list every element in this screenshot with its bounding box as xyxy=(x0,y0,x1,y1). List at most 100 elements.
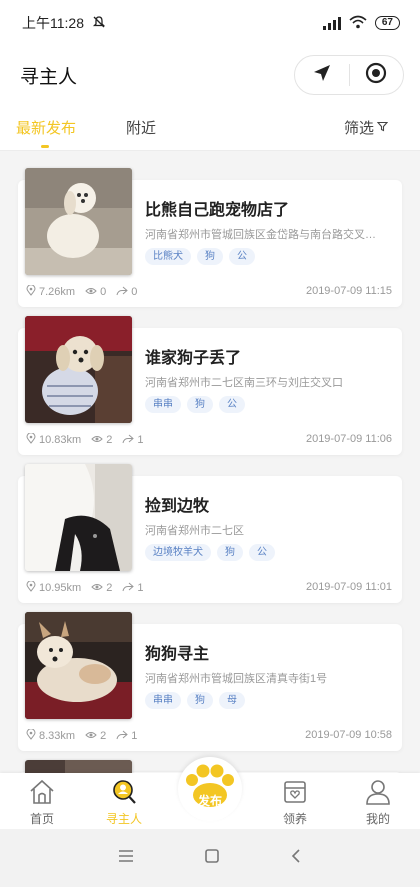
status-time: 上午11:28 xyxy=(22,15,84,31)
title-bar: 寻主人 xyxy=(0,46,420,104)
nav-find-owner[interactable]: 寻主人 xyxy=(94,779,154,827)
post-time: 2019-07-09 11:15 xyxy=(305,285,392,297)
search-person-icon xyxy=(110,779,138,808)
post-tag: 狗 xyxy=(187,692,213,709)
target-icon xyxy=(365,62,387,89)
dog-photo xyxy=(25,168,132,275)
nav-mine[interactable]: 我的 xyxy=(348,779,408,827)
share-icon xyxy=(116,286,128,299)
square-icon[interactable] xyxy=(204,848,220,869)
adopt-box-icon xyxy=(281,779,309,808)
filter-icon xyxy=(376,119,389,136)
distance-value: 10.83km xyxy=(39,434,82,446)
post-time: 2019-07-09 11:06 xyxy=(305,433,392,445)
views-value: 2 xyxy=(100,730,107,742)
shares-stat: 0 xyxy=(116,286,137,299)
post-card[interactable]: 捡到边牧 河南省郑州市二七区 边境牧羊犬 狗 公 10.95km 2 1 201… xyxy=(18,464,402,603)
capsule-menu xyxy=(294,55,404,95)
shares-stat: 1 xyxy=(122,434,143,447)
distance-value: 7.26km xyxy=(39,286,76,298)
tab-bar: 最新发布 附近 筛选 xyxy=(0,104,420,151)
tab-latest[interactable]: 最新发布 xyxy=(16,117,76,138)
status-bar: 上午11:28 67 xyxy=(0,0,420,46)
shares-value: 1 xyxy=(137,582,144,594)
views-stat: 0 xyxy=(85,286,106,298)
post-tag: 母 xyxy=(219,692,245,709)
post-tag: 公 xyxy=(229,248,255,265)
tab-underline xyxy=(41,145,49,148)
location-button[interactable] xyxy=(295,56,349,94)
location-pin-icon xyxy=(26,284,36,299)
publish-button[interactable]: 发布 xyxy=(178,757,242,821)
post-card[interactable]: 比熊自己跑宠物店了 河南省郑州市管城回族区金岱路与南台路交叉口... 比熊犬 狗… xyxy=(18,168,402,307)
signal-icon xyxy=(322,16,341,30)
views-value: 2 xyxy=(106,582,113,594)
post-tag: 比熊犬 xyxy=(145,248,191,265)
back-icon[interactable] xyxy=(290,848,302,869)
post-tag: 边境牧羊犬 xyxy=(145,544,211,561)
views-stat: 2 xyxy=(91,582,112,594)
share-icon xyxy=(122,582,135,595)
nav-adopt-label: 领养 xyxy=(282,812,307,826)
wifi-icon xyxy=(349,15,367,32)
system-nav-bar xyxy=(0,829,420,887)
views-stat: 2 xyxy=(85,730,106,742)
post-tag: 狗 xyxy=(197,248,223,265)
post-tag: 串串 xyxy=(145,692,181,709)
eye-icon xyxy=(85,286,97,298)
location-pin-icon xyxy=(26,580,36,595)
dog-photo xyxy=(25,316,132,423)
eye-icon xyxy=(91,434,103,446)
views-value: 0 xyxy=(100,286,107,298)
shares-stat: 1 xyxy=(122,582,143,595)
location-pin-icon xyxy=(26,728,36,743)
nav-adopt[interactable]: 领养 xyxy=(265,779,325,827)
dog-photo xyxy=(25,612,132,719)
location-arrow-icon xyxy=(312,63,332,88)
tab-nearby[interactable]: 附近 xyxy=(126,117,156,138)
target-button[interactable] xyxy=(350,56,404,94)
post-card[interactable]: 谁家狗子丢了 河南省郑州市二七区南三环与刘庄交叉口 串串 狗 公 10.83km… xyxy=(18,316,402,455)
post-address: 河南省郑州市二七区南三环与刘庄交叉口 xyxy=(145,377,343,389)
post-card[interactable]: 狗狗寻主 河南省郑州市管城回族区清真寺街1号 串串 狗 母 8.33km 2 1… xyxy=(18,612,402,751)
distance-value: 8.33km xyxy=(39,730,76,742)
distance-stat: 10.83km xyxy=(26,432,82,447)
distance-stat: 7.26km xyxy=(26,284,76,299)
eye-icon xyxy=(91,582,103,594)
post-address: 河南省郑州市管城回族区清真寺街1号 xyxy=(145,673,328,685)
post-title: 狗狗寻主 xyxy=(145,646,210,663)
publish-label: 发布 xyxy=(197,794,222,808)
views-stat: 2 xyxy=(91,434,112,446)
post-tag: 公 xyxy=(219,396,245,413)
nav-home[interactable]: 首页 xyxy=(12,779,72,827)
distance-stat: 10.95km xyxy=(26,580,81,595)
shares-stat: 1 xyxy=(116,730,137,743)
post-tag: 狗 xyxy=(187,396,213,413)
page-title: 寻主人 xyxy=(20,66,78,88)
post-title: 谁家狗子丢了 xyxy=(145,350,242,367)
menu-icon[interactable] xyxy=(118,849,134,868)
filter-label: 筛选 xyxy=(343,120,374,137)
location-pin-icon xyxy=(26,432,36,447)
nav-find-label: 寻主人 xyxy=(105,812,142,826)
shares-value: 0 xyxy=(131,286,138,298)
distance-stat: 8.33km xyxy=(26,728,76,743)
mute-icon xyxy=(92,15,106,32)
post-time: 2019-07-09 10:58 xyxy=(305,729,392,741)
filter-button[interactable]: 筛选 xyxy=(343,117,389,138)
post-tag: 狗 xyxy=(217,544,243,561)
nav-home-label: 首页 xyxy=(29,812,54,826)
post-address: 河南省郑州市管城回族区金岱路与南台路交叉口... xyxy=(145,229,385,241)
home-icon xyxy=(28,779,56,808)
nav-mine-label: 我的 xyxy=(365,812,390,826)
bottom-nav: 首页 寻主人 发布 领养 我的 xyxy=(0,757,420,829)
shares-value: 1 xyxy=(131,730,138,742)
views-value: 2 xyxy=(106,434,113,446)
post-time: 2019-07-09 11:01 xyxy=(305,581,392,593)
user-icon xyxy=(364,779,392,808)
post-title: 捡到边牧 xyxy=(145,498,210,515)
share-icon xyxy=(122,434,135,447)
post-address: 河南省郑州市二七区 xyxy=(145,525,244,537)
shares-value: 1 xyxy=(137,434,144,446)
post-title: 比熊自己跑宠物店了 xyxy=(145,202,290,219)
